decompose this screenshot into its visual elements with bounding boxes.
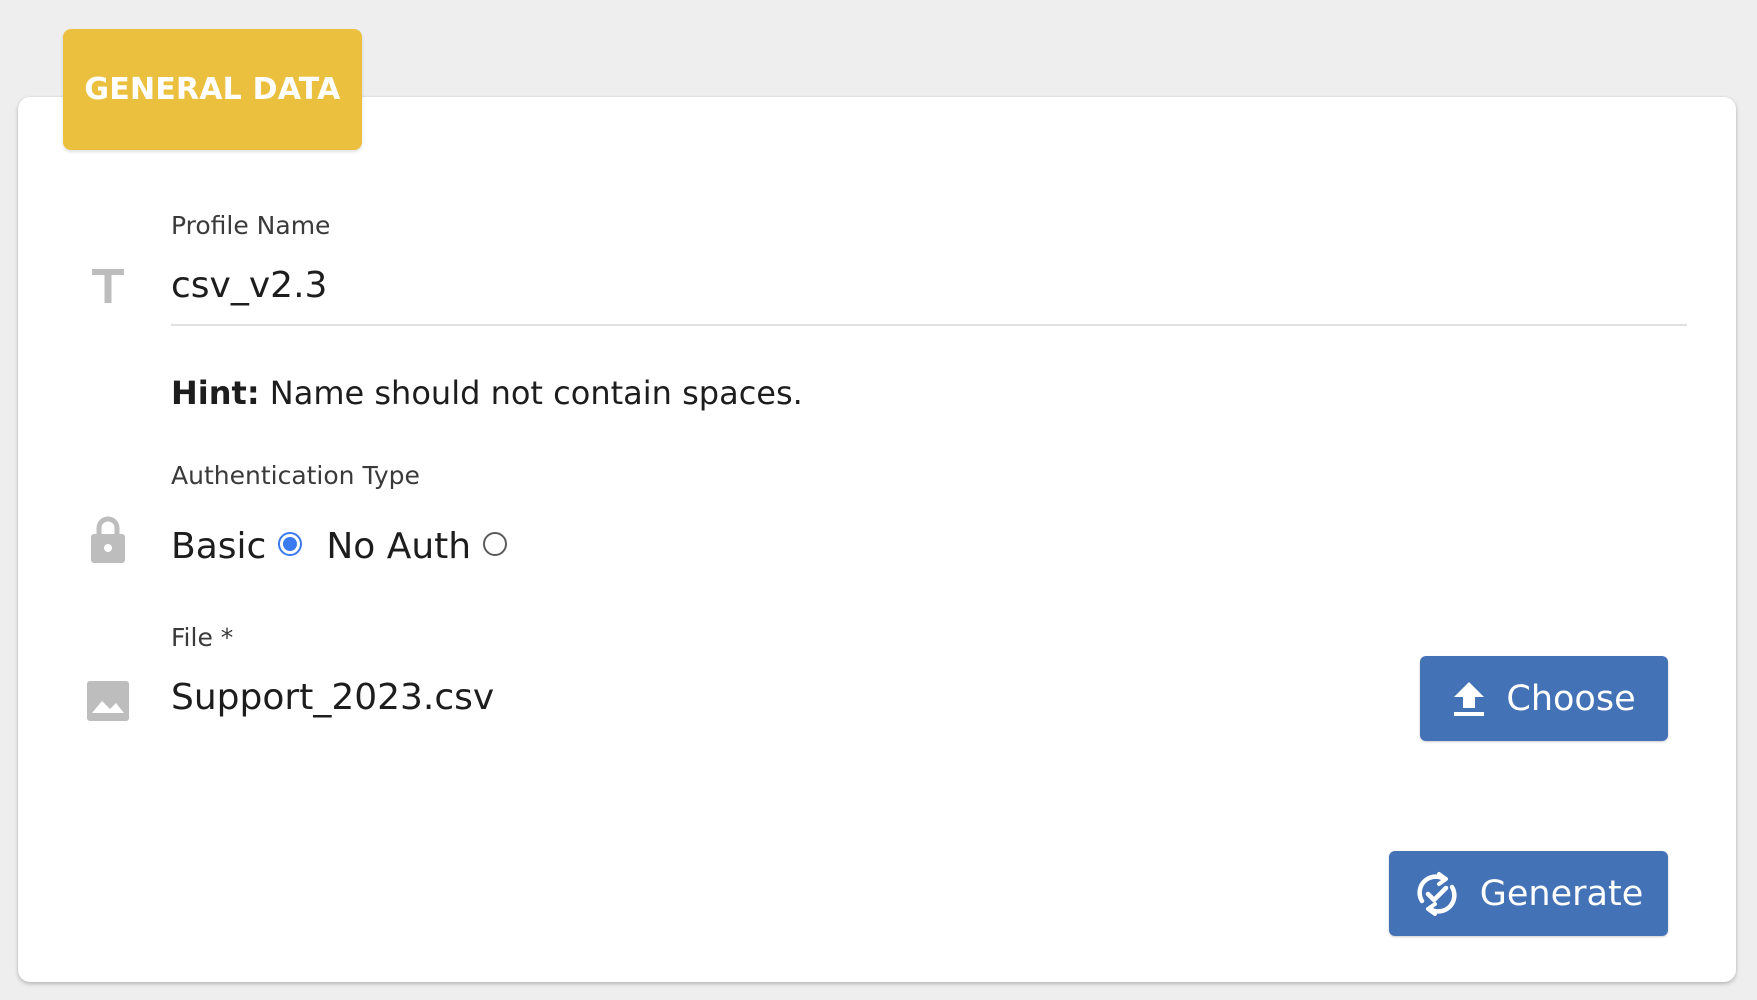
hint-text: Name should not contain spaces. <box>259 374 803 412</box>
auth-option-no-auth-label: No Auth <box>326 525 472 567</box>
general-data-card: Profile Name csv_v2.3 Hint: Name should … <box>18 97 1736 982</box>
auth-basic-radio[interactable] <box>278 532 303 556</box>
profile-name-underline <box>171 324 1687 326</box>
file-name-value: Support_2023.csv <box>171 677 495 718</box>
auth-option-no-auth[interactable]: No Auth <box>326 525 508 567</box>
generate-button-label: Generate <box>1479 873 1644 914</box>
image-icon <box>82 675 134 727</box>
authentication-type-label: Authentication Type <box>171 461 420 490</box>
lock-icon <box>82 514 134 566</box>
general-data-tab: GENERAL DATA <box>63 29 362 150</box>
text-format-icon <box>82 260 134 312</box>
choose-file-button[interactable]: Choose <box>1420 656 1668 741</box>
auth-option-basic-label: Basic <box>171 525 267 567</box>
page: Profile Name csv_v2.3 Hint: Name should … <box>0 0 1757 1000</box>
upload-icon <box>1452 680 1486 718</box>
choose-button-label: Choose <box>1506 678 1636 719</box>
authentication-type-radio-group: Basic No Auth <box>171 521 531 571</box>
profile-name-input[interactable]: csv_v2.3 <box>171 265 327 306</box>
profile-name-hint: Hint: Name should not contain spaces. <box>171 374 803 412</box>
sync-check-icon <box>1414 871 1460 917</box>
hint-prefix: Hint: <box>171 374 260 412</box>
file-label: File * <box>171 623 234 652</box>
profile-name-label: Profile Name <box>171 211 331 240</box>
auth-no-auth-radio[interactable] <box>483 532 508 556</box>
generate-button[interactable]: Generate <box>1389 851 1668 936</box>
auth-option-basic[interactable]: Basic <box>171 525 303 567</box>
